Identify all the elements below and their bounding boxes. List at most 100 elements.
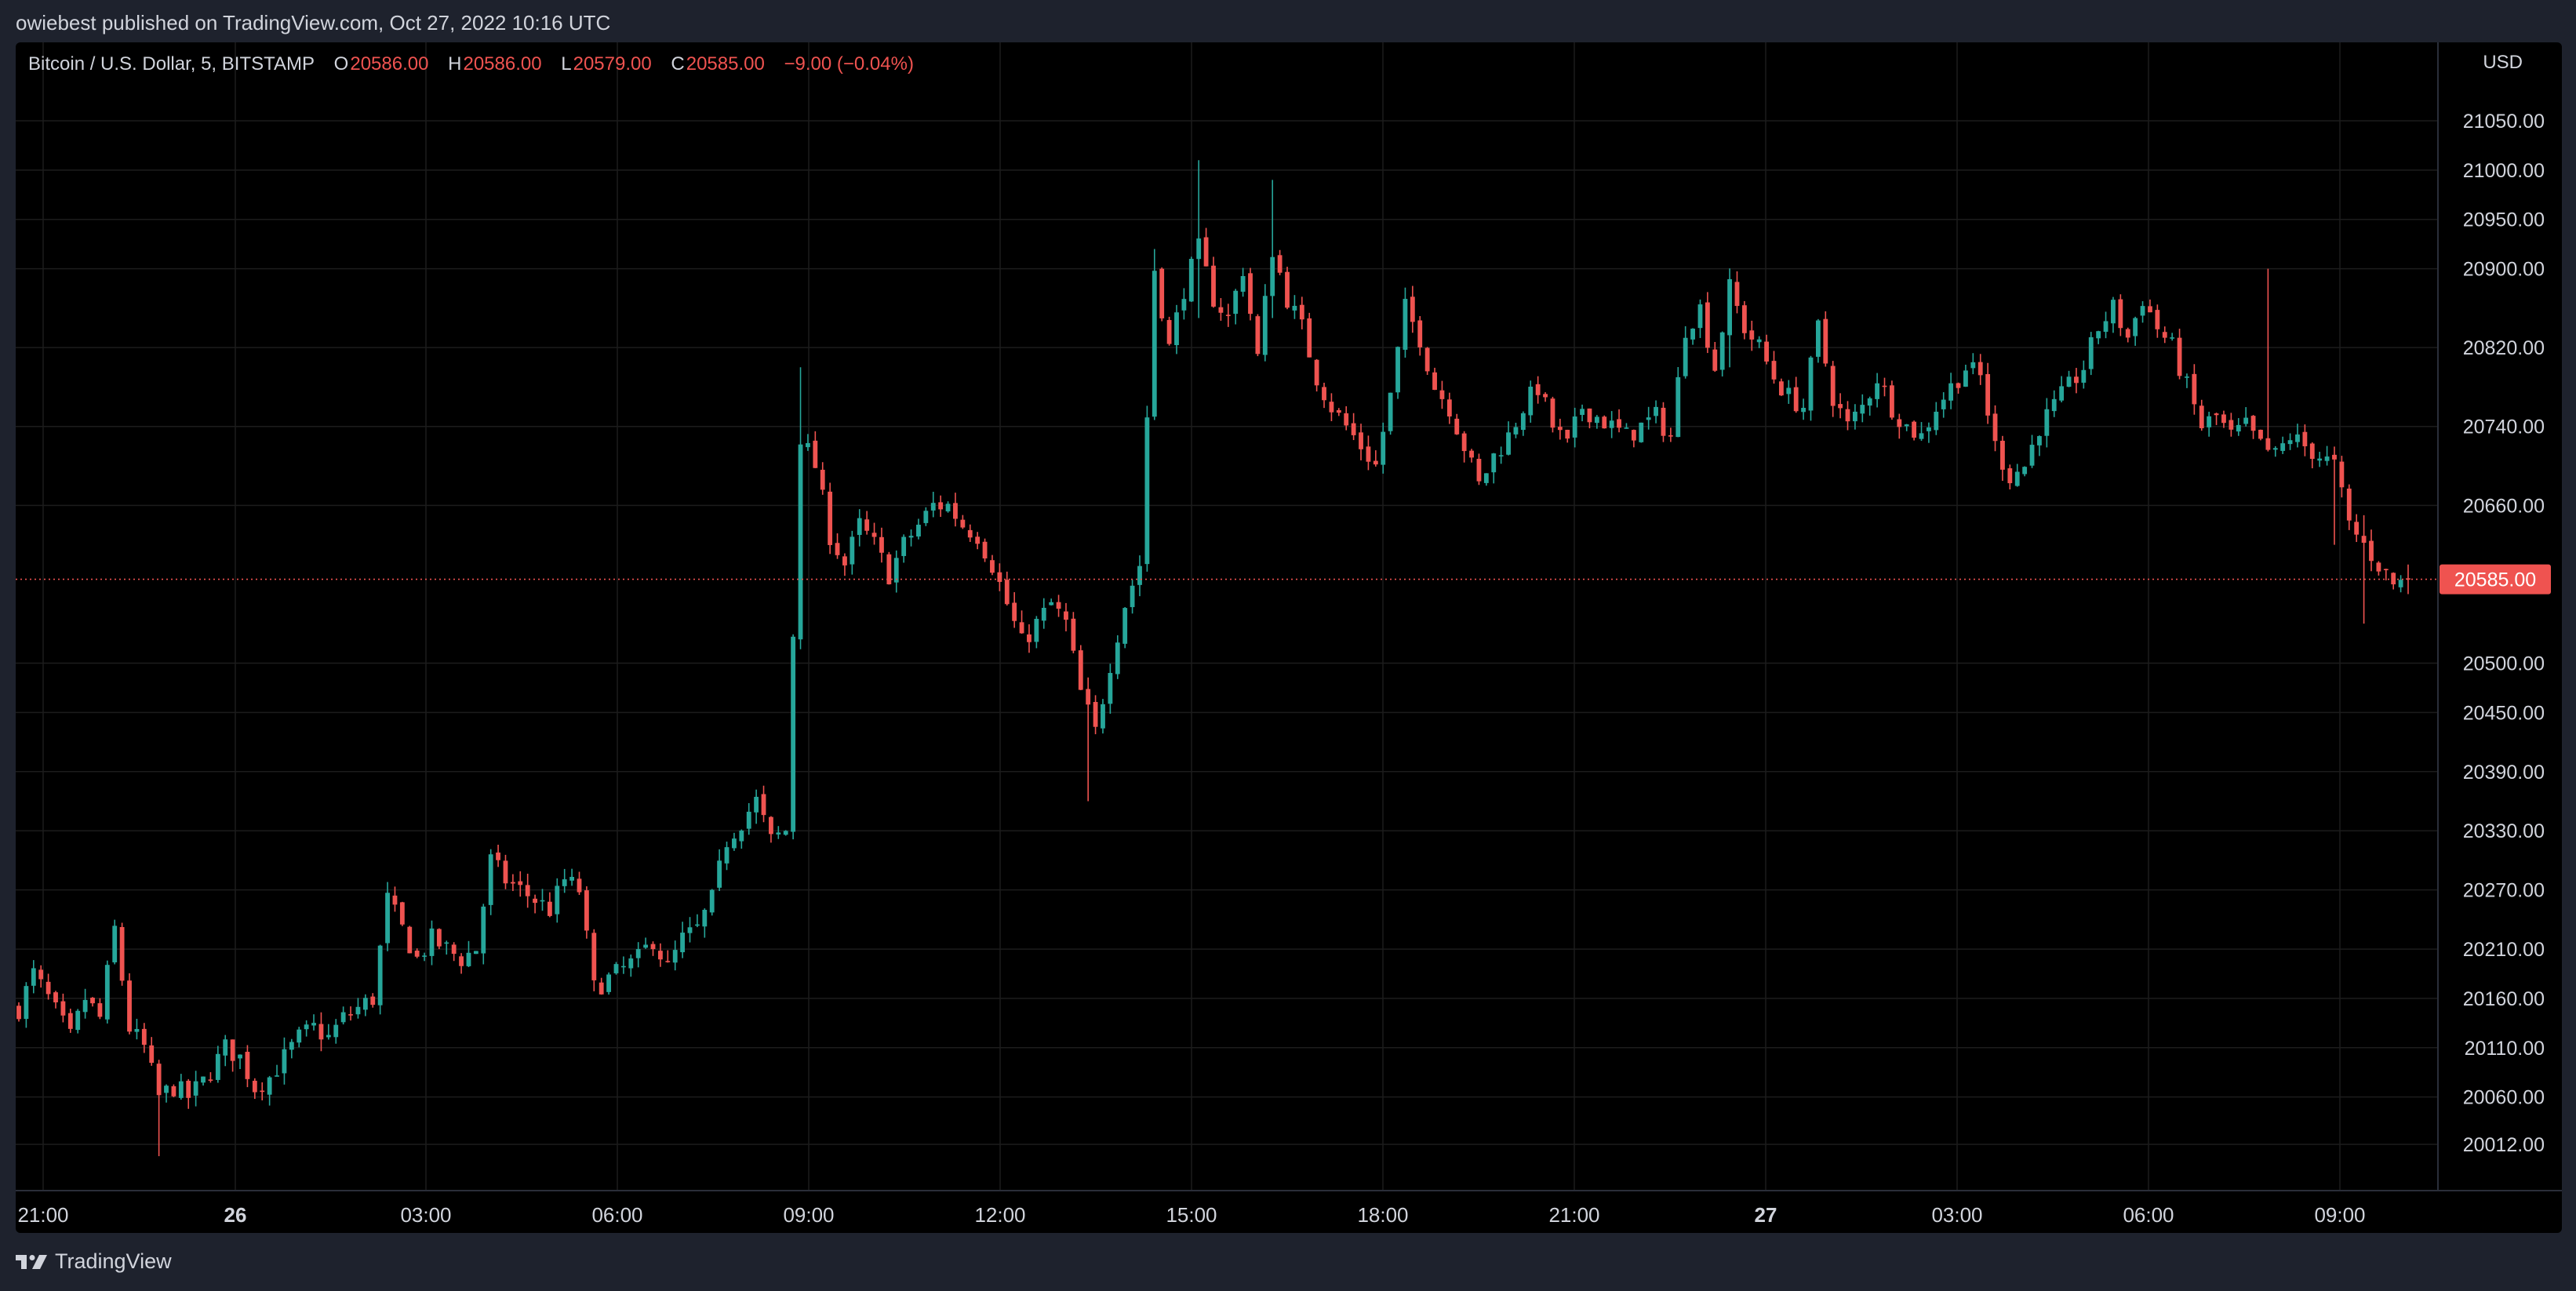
candle-45: [348, 1006, 353, 1021]
candle-271: [2014, 464, 2020, 487]
candle-body: [1985, 373, 1991, 416]
candle-body: [555, 886, 560, 915]
candle-body: [38, 969, 44, 980]
candle-220: [1639, 422, 1644, 443]
candle-body: [813, 440, 818, 468]
candle-body: [451, 944, 457, 955]
candle-body: [260, 1090, 265, 1093]
candle-43: [333, 1019, 339, 1044]
candle-258: [1919, 422, 1924, 442]
candle-body: [2229, 420, 2234, 430]
brand-name: TradingView: [55, 1249, 172, 1273]
candle-body: [215, 1053, 220, 1080]
candle-body: [916, 524, 921, 537]
candle-body: [1904, 424, 1909, 427]
candle-134: [1004, 571, 1010, 606]
currency-label[interactable]: USD: [2483, 52, 2523, 74]
candle-body: [1690, 329, 1695, 340]
candle-64: [488, 849, 493, 915]
candle-body: [1764, 341, 1770, 362]
candle-body: [2236, 424, 2241, 432]
candle-body: [1860, 405, 1865, 414]
candle-266: [1977, 354, 1983, 385]
candle-body: [1366, 446, 1371, 462]
candle-body: [429, 928, 435, 956]
candle-9: [82, 988, 88, 1019]
chart-pane[interactable]: 21050.00 21000.00 20950.00 20900.00 20820.00…: [16, 42, 2562, 1233]
candle-body: [1432, 372, 1437, 391]
price-tick-label: 20012.00: [2463, 1134, 2545, 1156]
candle-body: [67, 1013, 73, 1029]
candle-62: [473, 951, 478, 955]
candle-body: [1675, 376, 1681, 438]
candle-96: [724, 842, 730, 871]
candle-104: [783, 830, 788, 836]
candle-body: [1617, 419, 1621, 428]
candle-313: [2324, 445, 2330, 466]
candle-body: [754, 796, 759, 813]
candle-224: [1668, 427, 1673, 442]
candle-body: [2295, 434, 2300, 442]
candle-body: [304, 1024, 309, 1030]
candle-body: [2339, 461, 2345, 488]
tradingview-brand[interactable]: TradingView: [16, 1249, 172, 1274]
candle-body: [1417, 320, 1423, 347]
symbol-title[interactable]: Bitcoin / U.S. Dollar, 5, BITSTAMP: [28, 53, 315, 75]
price-tick-label: 20820.00: [2463, 337, 2545, 359]
candle-260: [1934, 402, 1939, 435]
candle-241: [1793, 376, 1799, 413]
candle-71: [540, 889, 545, 911]
candle-179: [1336, 408, 1341, 416]
candle-121: [908, 529, 914, 547]
candle-body: [990, 560, 995, 573]
candle-body: [289, 1042, 294, 1050]
candle-308: [2287, 433, 2293, 450]
candle-body: [223, 1039, 228, 1056]
candle-body: [938, 502, 944, 510]
candle-body: [1919, 433, 1924, 439]
candle-body: [407, 926, 413, 954]
candle-16: [134, 1018, 140, 1040]
candle-body: [297, 1029, 302, 1043]
candle-body: [1130, 585, 1135, 608]
candle-body: [1631, 430, 1636, 441]
candle-242: [1801, 398, 1806, 420]
candle-201: [1498, 446, 1504, 464]
candle-245: [1823, 311, 1828, 367]
candle-178: [1329, 393, 1334, 421]
candle-body: [628, 958, 634, 969]
candle-body: [311, 1023, 316, 1026]
candle-body: [2037, 436, 2042, 445]
price-tick-label: 20210.00: [2463, 939, 2545, 961]
candle-body: [2133, 318, 2138, 336]
candle-257: [1912, 420, 1917, 441]
candle-114: [857, 509, 862, 547]
candle-body: [650, 944, 656, 950]
candle-body: [1654, 406, 1658, 416]
candle-body: [252, 1080, 257, 1093]
candle-body: [657, 951, 663, 960]
candlestick-chart[interactable]: 21050.00 21000.00 20950.00 20900.00 20820.00…: [16, 42, 2562, 1233]
candle-205: [1528, 380, 1534, 423]
candle-166: [1240, 267, 1246, 297]
candle-body: [1277, 255, 1283, 273]
candle-body: [1137, 565, 1142, 585]
candle-217: [1617, 409, 1621, 433]
candle-body: [791, 636, 796, 832]
candle-body: [1970, 362, 1976, 369]
candle-body: [2309, 443, 2315, 460]
time-tick-label: 21:00: [1548, 1203, 1599, 1227]
candle-321: [2383, 569, 2389, 580]
candle-body: [377, 945, 383, 1006]
candle-body: [2265, 438, 2271, 450]
candle-292: [2170, 333, 2175, 341]
candle-body: [1351, 423, 1356, 435]
candle-body: [1756, 339, 1762, 343]
candle-249: [1852, 404, 1857, 430]
candle-body: [1786, 387, 1792, 395]
candle-197: [1469, 449, 1474, 463]
price-tick-label: 21000.00: [2463, 160, 2545, 182]
candle-119: [893, 550, 899, 593]
candle-body: [1956, 383, 1961, 388]
candle-body: [1815, 320, 1821, 357]
